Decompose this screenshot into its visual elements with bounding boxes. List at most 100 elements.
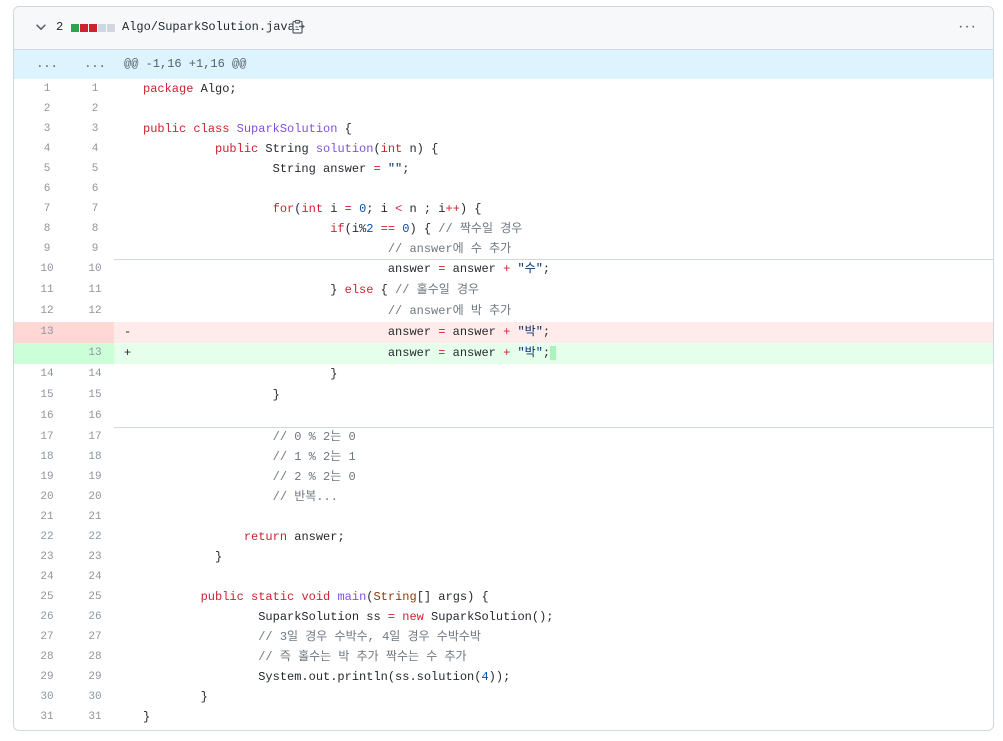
code-text: answer = answer + "박"; bbox=[143, 343, 557, 364]
new-line-number[interactable]: 20 bbox=[70, 487, 120, 507]
old-line-number[interactable]: 7 bbox=[22, 199, 72, 219]
new-line-number[interactable]: 28 bbox=[70, 647, 120, 667]
old-line-number[interactable]: 21 bbox=[22, 507, 72, 527]
new-line-number[interactable]: 4 bbox=[70, 139, 120, 159]
old-line-number[interactable]: 20 bbox=[22, 487, 72, 507]
old-line-number[interactable]: 1 bbox=[22, 79, 72, 99]
diff-line: 20 20 // 반복... bbox=[14, 487, 993, 507]
old-line-number[interactable]: 25 bbox=[22, 587, 72, 607]
old-line-number[interactable]: 3 bbox=[22, 119, 72, 139]
old-line-number[interactable]: 18 bbox=[22, 447, 72, 467]
old-line-number[interactable]: 28 bbox=[22, 647, 72, 667]
new-line-number[interactable]: 9 bbox=[70, 239, 120, 259]
new-line-number[interactable]: 3 bbox=[70, 119, 120, 139]
new-line-number[interactable]: 13 bbox=[70, 343, 120, 364]
diff-line: 29 29 System.out.println(ss.solution(4)); bbox=[14, 667, 993, 687]
new-line-number[interactable]: 15 bbox=[70, 385, 120, 406]
diff-line: 18 18 // 1 % 2는 1 bbox=[14, 447, 993, 467]
old-line-number[interactable]: 16 bbox=[22, 406, 72, 427]
new-line-number[interactable]: 24 bbox=[70, 567, 120, 587]
new-line-number[interactable]: 7 bbox=[70, 199, 120, 219]
code-text: // 0 % 2는 0 bbox=[272, 430, 356, 444]
code-text: } bbox=[143, 690, 208, 704]
diff-line: 31 31} bbox=[14, 707, 993, 727]
old-line-number[interactable]: 19 bbox=[22, 467, 72, 487]
diff-line: 26 26 SuparkSolution ss = new SuparkSolut… bbox=[14, 607, 993, 627]
new-line-number[interactable]: 21 bbox=[70, 507, 120, 527]
code-text: answer = answer + "수"; bbox=[143, 262, 551, 276]
expand-down-button[interactable]: ... bbox=[70, 50, 120, 79]
old-line-number[interactable]: 6 bbox=[22, 179, 72, 199]
copy-icon[interactable] bbox=[290, 19, 306, 35]
diff-line: 21 21 bbox=[14, 507, 993, 527]
new-line-number[interactable]: 19 bbox=[70, 467, 120, 487]
old-line-number[interactable]: 22 bbox=[22, 527, 72, 547]
old-line-number[interactable]: 11 bbox=[22, 280, 72, 301]
code-text: return answer; bbox=[243, 530, 345, 544]
code-text: } else { // 홀수일 경우 bbox=[143, 283, 480, 297]
chevron-down-icon[interactable] bbox=[34, 20, 48, 34]
new-line-number[interactable]: 22 bbox=[70, 527, 120, 547]
old-line-number[interactable]: 5 bbox=[22, 159, 72, 179]
diff-line: 55 String answer = ""; bbox=[14, 159, 993, 179]
code-text: } bbox=[143, 710, 151, 724]
deletion-marker: - bbox=[124, 325, 132, 339]
code-text: public static void main(String[] args) { bbox=[200, 590, 489, 604]
old-line-number[interactable]: 2 bbox=[22, 99, 72, 119]
expand-up-button[interactable]: ... bbox=[22, 50, 72, 79]
code-text: // 즉 홀수는 박 추가 짝수는 수 추가 bbox=[258, 650, 467, 664]
new-line-number[interactable]: 14 bbox=[70, 364, 120, 385]
diff-line: 19 19 // 2 % 2는 0 bbox=[14, 467, 993, 487]
diff-line: 23 23 } bbox=[14, 547, 993, 567]
diffstat-square bbox=[71, 24, 79, 32]
new-line-number[interactable]: 5 bbox=[70, 159, 120, 179]
new-line-number[interactable]: 1 bbox=[70, 79, 120, 99]
old-line-number[interactable]: 24 bbox=[22, 567, 72, 587]
old-line-number[interactable]: 15 bbox=[22, 385, 72, 406]
code-text: // 2 % 2는 0 bbox=[272, 470, 356, 484]
old-line-number[interactable]: 27 bbox=[22, 627, 72, 647]
diffstat-square bbox=[107, 24, 115, 32]
new-line-number[interactable]: 29 bbox=[70, 667, 120, 687]
new-line-number[interactable]: 27 bbox=[70, 627, 120, 647]
diff-line: 44 public String solution(int n) { bbox=[14, 139, 993, 159]
old-line-number[interactable]: 10 bbox=[22, 259, 72, 280]
new-line-number[interactable]: 11 bbox=[70, 280, 120, 301]
new-line-number[interactable]: 25 bbox=[70, 587, 120, 607]
old-line-number[interactable]: 23 bbox=[22, 547, 72, 567]
file-header: 2 Algo/SuparkSolution.java ··· bbox=[14, 7, 993, 50]
code-text: } bbox=[143, 550, 223, 564]
diff-line: 22 bbox=[14, 99, 993, 119]
new-line-number[interactable]: 23 bbox=[70, 547, 120, 567]
new-line-number[interactable]: 2 bbox=[70, 99, 120, 119]
new-line-number[interactable]: 18 bbox=[70, 447, 120, 467]
new-line-number[interactable]: 17 bbox=[70, 427, 120, 447]
code-text: package Algo; bbox=[143, 82, 237, 96]
new-line-number[interactable]: 26 bbox=[70, 607, 120, 627]
file-path-link[interactable]: Algo/SuparkSolution.java bbox=[122, 20, 295, 34]
new-line-number[interactable]: 10 bbox=[70, 259, 120, 280]
new-line-number[interactable]: 8 bbox=[70, 219, 120, 239]
old-line-number[interactable]: 4 bbox=[22, 139, 72, 159]
kebab-horizontal-icon[interactable]: ··· bbox=[958, 19, 977, 35]
old-line-number[interactable]: 8 bbox=[22, 219, 72, 239]
old-line-number[interactable]: 12 bbox=[22, 301, 72, 322]
new-line-number[interactable]: 12 bbox=[70, 301, 120, 322]
addition-marker: + bbox=[124, 346, 132, 360]
old-line-number[interactable]: 9 bbox=[22, 239, 72, 259]
old-line-number[interactable]: 31 bbox=[22, 707, 72, 727]
old-line-number[interactable]: 30 bbox=[22, 687, 72, 707]
old-line-number[interactable]: 17 bbox=[22, 427, 72, 447]
diff-line: 3 3 public class SuparkSolution { bbox=[14, 119, 993, 139]
old-line-number[interactable]: 13 bbox=[22, 322, 72, 343]
old-line-number[interactable]: 14 bbox=[22, 364, 72, 385]
old-line-number[interactable]: 26 bbox=[22, 607, 72, 627]
new-line-number[interactable]: 16 bbox=[70, 406, 120, 427]
diff-line: 28 28 // 즉 홀수는 박 추가 짝수는 수 추가 bbox=[14, 647, 993, 667]
new-line-number[interactable]: 31 bbox=[70, 707, 120, 727]
code-text: // 반복... bbox=[272, 490, 338, 504]
new-line-number[interactable]: 6 bbox=[70, 179, 120, 199]
new-line-number[interactable]: 30 bbox=[70, 687, 120, 707]
old-line-number[interactable]: 29 bbox=[22, 667, 72, 687]
diff-line: 30 30 } bbox=[14, 687, 993, 707]
